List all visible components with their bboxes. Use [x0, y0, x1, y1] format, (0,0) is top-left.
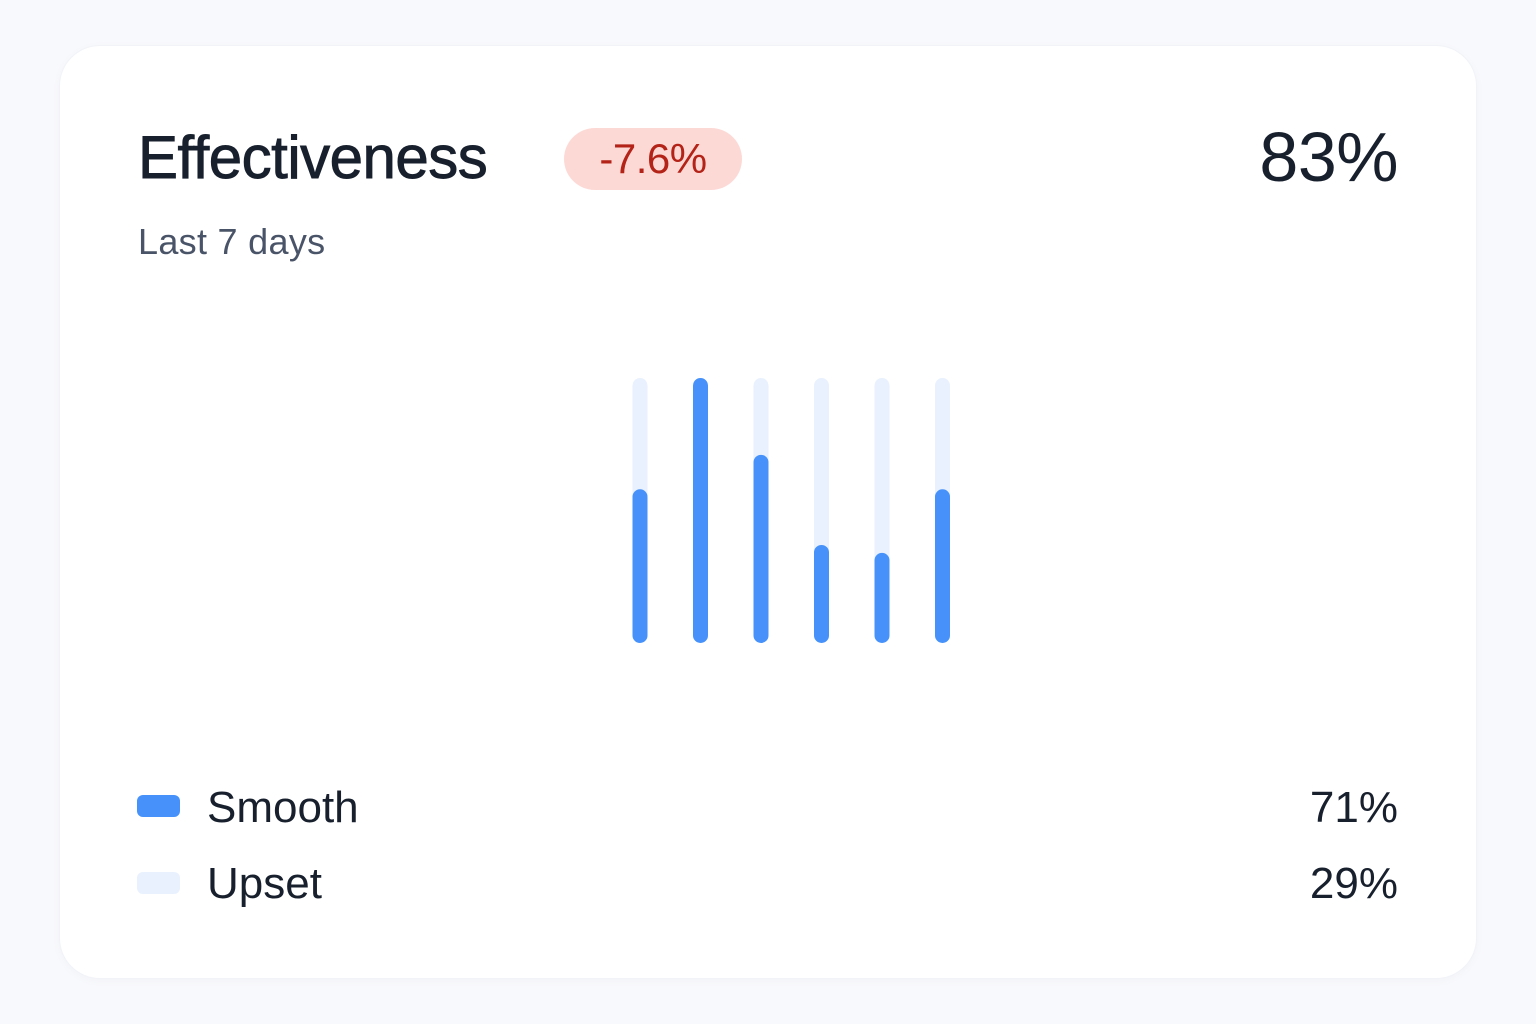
- legend-swatch-smooth: [137, 795, 180, 817]
- legend-label-smooth: Smooth: [207, 783, 359, 832]
- bar-smooth-5: [874, 552, 890, 643]
- legend-value-smooth: 71%: [1309, 783, 1398, 832]
- effectiveness-bar-chart: [632, 378, 950, 643]
- bar-smooth-4: [814, 544, 829, 643]
- bar-smooth-1: [632, 489, 648, 643]
- legend-value-upset: 29%: [1309, 859, 1398, 908]
- legend-label-upset: Upset: [207, 859, 322, 908]
- effectiveness-card: Effectiveness -7.6% Last 7 days 83% Smoo…: [60, 46, 1476, 978]
- bar-smooth-3: [753, 454, 769, 643]
- bar-smooth-2: [693, 378, 708, 643]
- legend-swatch-upset: [137, 872, 180, 894]
- bar-smooth-6: [935, 489, 950, 643]
